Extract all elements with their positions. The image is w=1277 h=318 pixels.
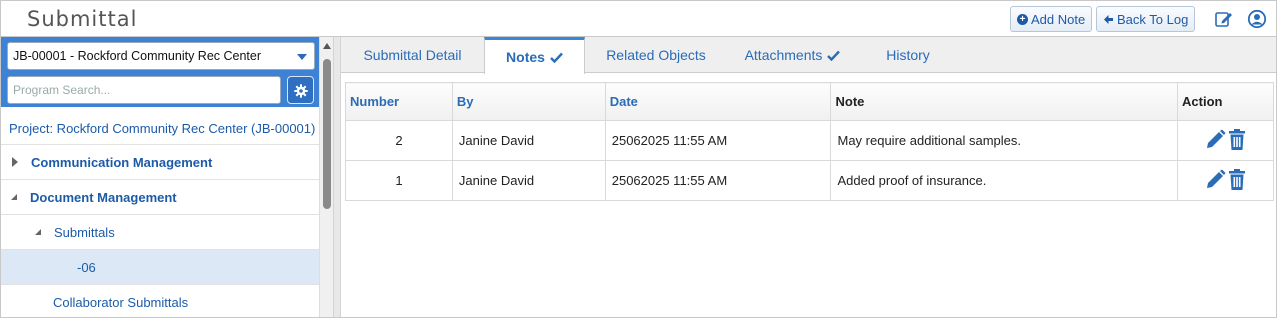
tab-submittal-detail[interactable]: Submittal Detail [341, 37, 484, 73]
cell-by: Janine David [451, 160, 606, 201]
trash-icon[interactable] [1228, 128, 1246, 150]
program-search-input[interactable] [7, 76, 281, 104]
column-header-number[interactable]: Number [345, 82, 453, 121]
cell-date: 25062025 11:55 AM [604, 120, 832, 161]
cell-note: Added proof of insurance. [830, 160, 1179, 201]
sidebar-item-label: Communication Management [31, 154, 213, 170]
column-header-note: Note [830, 82, 1179, 121]
pencil-icon[interactable] [1205, 129, 1226, 150]
add-note-button[interactable]: + Add Note [1010, 6, 1093, 32]
cell-action [1177, 160, 1274, 201]
gear-icon [294, 84, 308, 98]
tab-label: History [886, 47, 930, 63]
sidebar-item-document-management[interactable]: Document Management [1, 179, 319, 214]
trash-icon[interactable] [1228, 168, 1246, 190]
app-title: Submittal [27, 7, 138, 31]
tab-related-objects[interactable]: Related Objects [585, 37, 727, 73]
sidebar-item-06[interactable]: -06 [1, 249, 319, 284]
check-icon [827, 50, 841, 61]
tab-label: Submittal Detail [363, 47, 462, 63]
collapse-arrow-icon[interactable] [35, 229, 41, 235]
check-icon [550, 52, 563, 63]
table-row[interactable]: 1 Janine David 25062025 11:55 AM Added p… [345, 160, 1274, 201]
chevron-down-icon [297, 54, 307, 60]
cell-note: May require additional samples. [830, 120, 1179, 161]
column-header-by[interactable]: By [451, 82, 606, 121]
tab-notes[interactable]: Notes [484, 37, 585, 74]
sidebar-item-communication-management[interactable]: Communication Management [1, 144, 319, 179]
app-header: Submittal + Add Note Back To Log [1, 1, 1276, 37]
tab-bar: Submittal Detail Notes Related Objects A… [341, 37, 1276, 74]
tab-label: Notes [506, 49, 545, 65]
tab-attachments[interactable]: Attachments [727, 37, 858, 73]
notes-table: Number By Date Note Action 2 Janine Davi… [345, 82, 1274, 201]
cell-action [1177, 120, 1274, 161]
column-header-action: Action [1177, 82, 1274, 121]
scrollbar-thumb[interactable] [323, 59, 331, 209]
user-circle-icon[interactable] [1247, 9, 1267, 29]
navigation-panel-header: JB-00001 - Rockford Community Rec Center [1, 37, 319, 107]
expand-arrow-icon[interactable] [12, 157, 18, 167]
collapse-arrow-icon[interactable] [11, 194, 17, 200]
cell-number: 2 [345, 120, 453, 161]
edit-icon[interactable] [1214, 9, 1234, 29]
tab-label: Attachments [744, 47, 823, 63]
sidebar-item-submittals[interactable]: Submittals [1, 214, 319, 249]
cell-number: 1 [345, 160, 453, 201]
arrow-left-icon [1104, 14, 1113, 24]
cell-by: Janine David [451, 120, 606, 161]
table-row[interactable]: 2 Janine David 25062025 11:55 AM May req… [345, 120, 1274, 161]
settings-button[interactable] [287, 76, 314, 104]
sidebar-scrollbar[interactable] [319, 37, 333, 317]
sidebar-item-label: -06 [77, 259, 96, 275]
add-note-label: Add Note [1031, 11, 1086, 27]
table-header-row: Number By Date Note Action [345, 82, 1274, 121]
pencil-icon[interactable] [1205, 169, 1226, 190]
project-select[interactable]: JB-00001 - Rockford Community Rec Center [7, 42, 315, 70]
plus-circle-icon: + [1017, 13, 1028, 25]
sidebar-item-label: Submittals [54, 224, 115, 240]
back-to-log-label: Back To Log [1117, 11, 1189, 27]
sidebar-item-label: Document Management [30, 189, 177, 205]
back-to-log-button[interactable]: Back To Log [1096, 6, 1196, 32]
tab-label: Related Objects [606, 47, 706, 63]
cell-date: 25062025 11:55 AM [604, 160, 832, 201]
project-link[interactable]: Project: Rockford Community Rec Center (… [9, 121, 315, 136]
tab-history[interactable]: History [858, 37, 958, 73]
sidebar-item-collaborator-submittals[interactable]: Collaborator Submittals [1, 284, 319, 318]
sidebar-item-label: Collaborator Submittals [53, 294, 189, 310]
navigation-panel: JB-00001 - Rockford Community Rec Center [1, 37, 319, 317]
column-header-date[interactable]: Date [604, 82, 832, 121]
scroll-up-arrow-icon[interactable] [323, 43, 331, 49]
project-select-value: JB-00001 - Rockford Community Rec Center [13, 49, 262, 63]
main-panel: Submittal Detail Notes Related Objects A… [341, 37, 1276, 317]
panel-splitter[interactable] [333, 37, 341, 317]
